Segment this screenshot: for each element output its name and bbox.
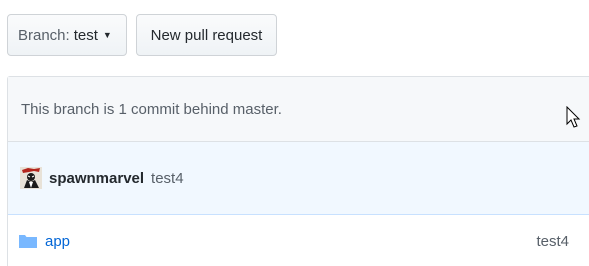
- latest-commit-bar: spawnmarvel test4: [8, 142, 589, 215]
- folder-icon: [19, 235, 37, 248]
- mouse-cursor-icon: [566, 106, 581, 128]
- caret-down-icon: ▼: [102, 30, 112, 40]
- user-avatar-icon[interactable]: [20, 167, 42, 189]
- commit-message-link[interactable]: test4: [151, 170, 184, 187]
- new-pull-request-label: New pull request: [150, 26, 263, 44]
- file-row[interactable]: app test4: [8, 215, 589, 266]
- file-browser-panel: This branch is 1 commit behind master. s…: [7, 76, 589, 266]
- commit-author-link[interactable]: spawnmarvel: [49, 170, 144, 187]
- branch-name-label: test: [73, 26, 98, 44]
- branch-select-button[interactable]: Branch: test ▼: [7, 14, 127, 56]
- branch-status-text: This branch is 1 commit behind master.: [21, 100, 282, 118]
- new-pull-request-button[interactable]: New pull request: [136, 14, 277, 56]
- branch-status-bar: This branch is 1 commit behind master.: [8, 77, 589, 142]
- branch-prefix-label: Branch:: [18, 26, 70, 44]
- file-name-link[interactable]: app: [45, 233, 70, 250]
- file-commit-message-link[interactable]: test4: [536, 233, 569, 250]
- branch-toolbar: Branch: test ▼ New pull request: [7, 14, 277, 56]
